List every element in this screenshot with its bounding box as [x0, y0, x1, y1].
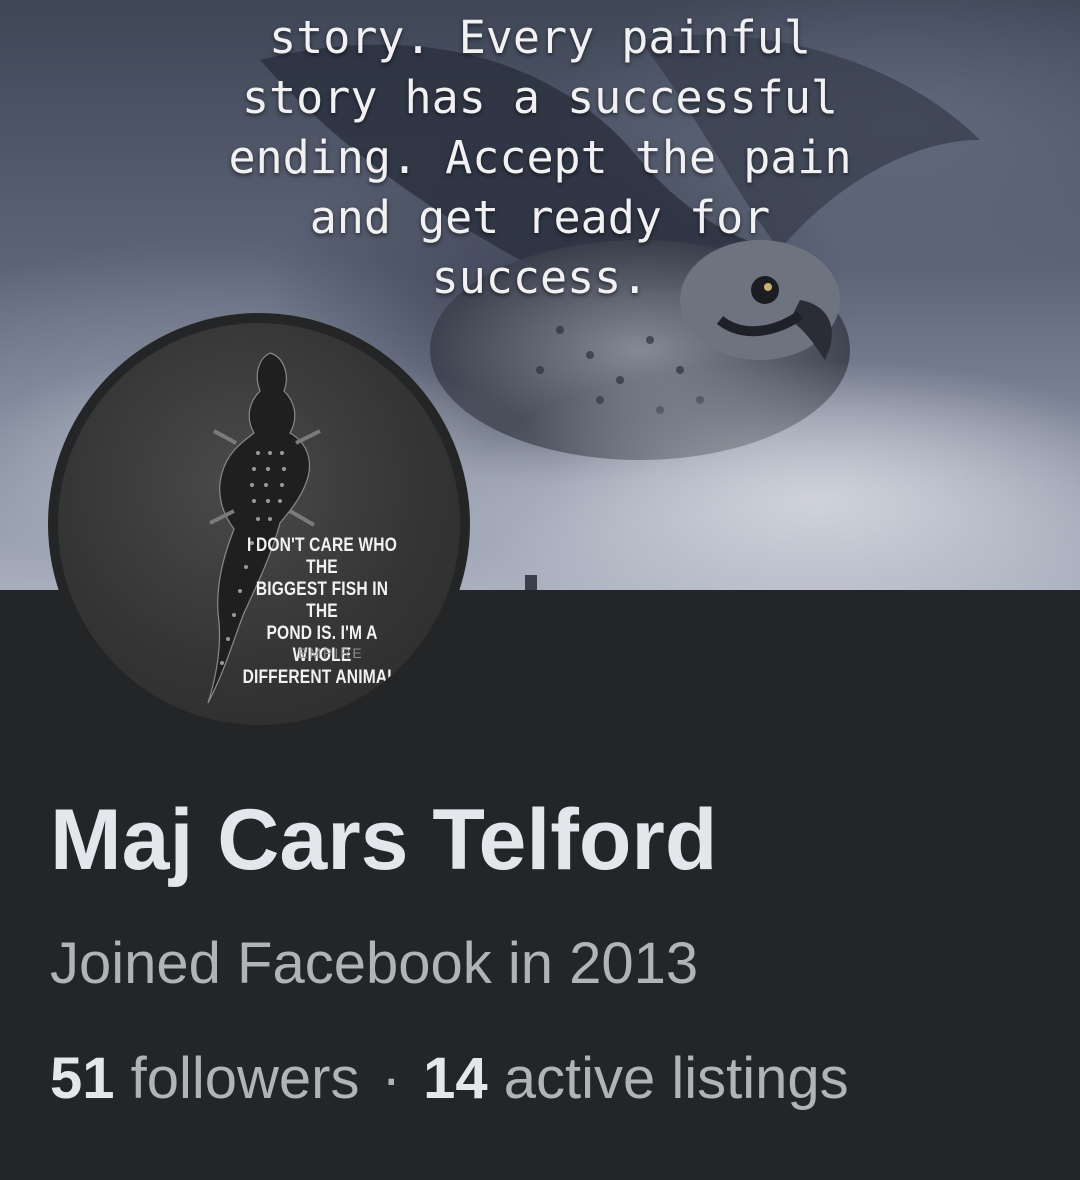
cover-quote-line: story. Every painful: [269, 11, 811, 64]
listings-label[interactable]: active listings: [504, 1046, 849, 1111]
profile-name: Maj Cars Telford: [50, 792, 718, 888]
followers-count[interactable]: 51: [50, 1046, 115, 1111]
marketplace-profile-page: story. Every painful story has a success…: [0, 0, 1080, 1180]
avatar-quote-line: BIGGEST FISH IN THE: [255, 579, 389, 622]
cover-quote-line: ending. Accept the pain: [228, 131, 852, 184]
empire-logo: EMPIRE: [298, 645, 364, 661]
cover-quote-text: story. Every painful story has a success…: [0, 8, 1080, 308]
avatar[interactable]: I DON'T CARE WHO THE BIGGEST FISH IN THE…: [58, 323, 460, 725]
cover-quote-line: and get ready for: [309, 191, 771, 244]
avatar-quote-line: DIFFERENT ANIMAL.: [242, 667, 402, 688]
listings-count[interactable]: 14: [423, 1046, 488, 1111]
joined-date: Joined Facebook in 2013: [50, 931, 699, 996]
stats-separator: ·: [381, 1046, 401, 1111]
profile-stats: 51 followers · 14 active listings: [50, 1042, 849, 1116]
followers-label[interactable]: followers: [131, 1046, 360, 1111]
cover-quote-line: success.: [431, 251, 649, 304]
avatar-quote-line: I DON'T CARE WHO THE: [246, 535, 398, 578]
avatar-quote-text: I DON'T CARE WHO THE BIGGEST FISH IN THE…: [240, 535, 404, 689]
cover-quote-line: story has a successful: [241, 71, 839, 124]
